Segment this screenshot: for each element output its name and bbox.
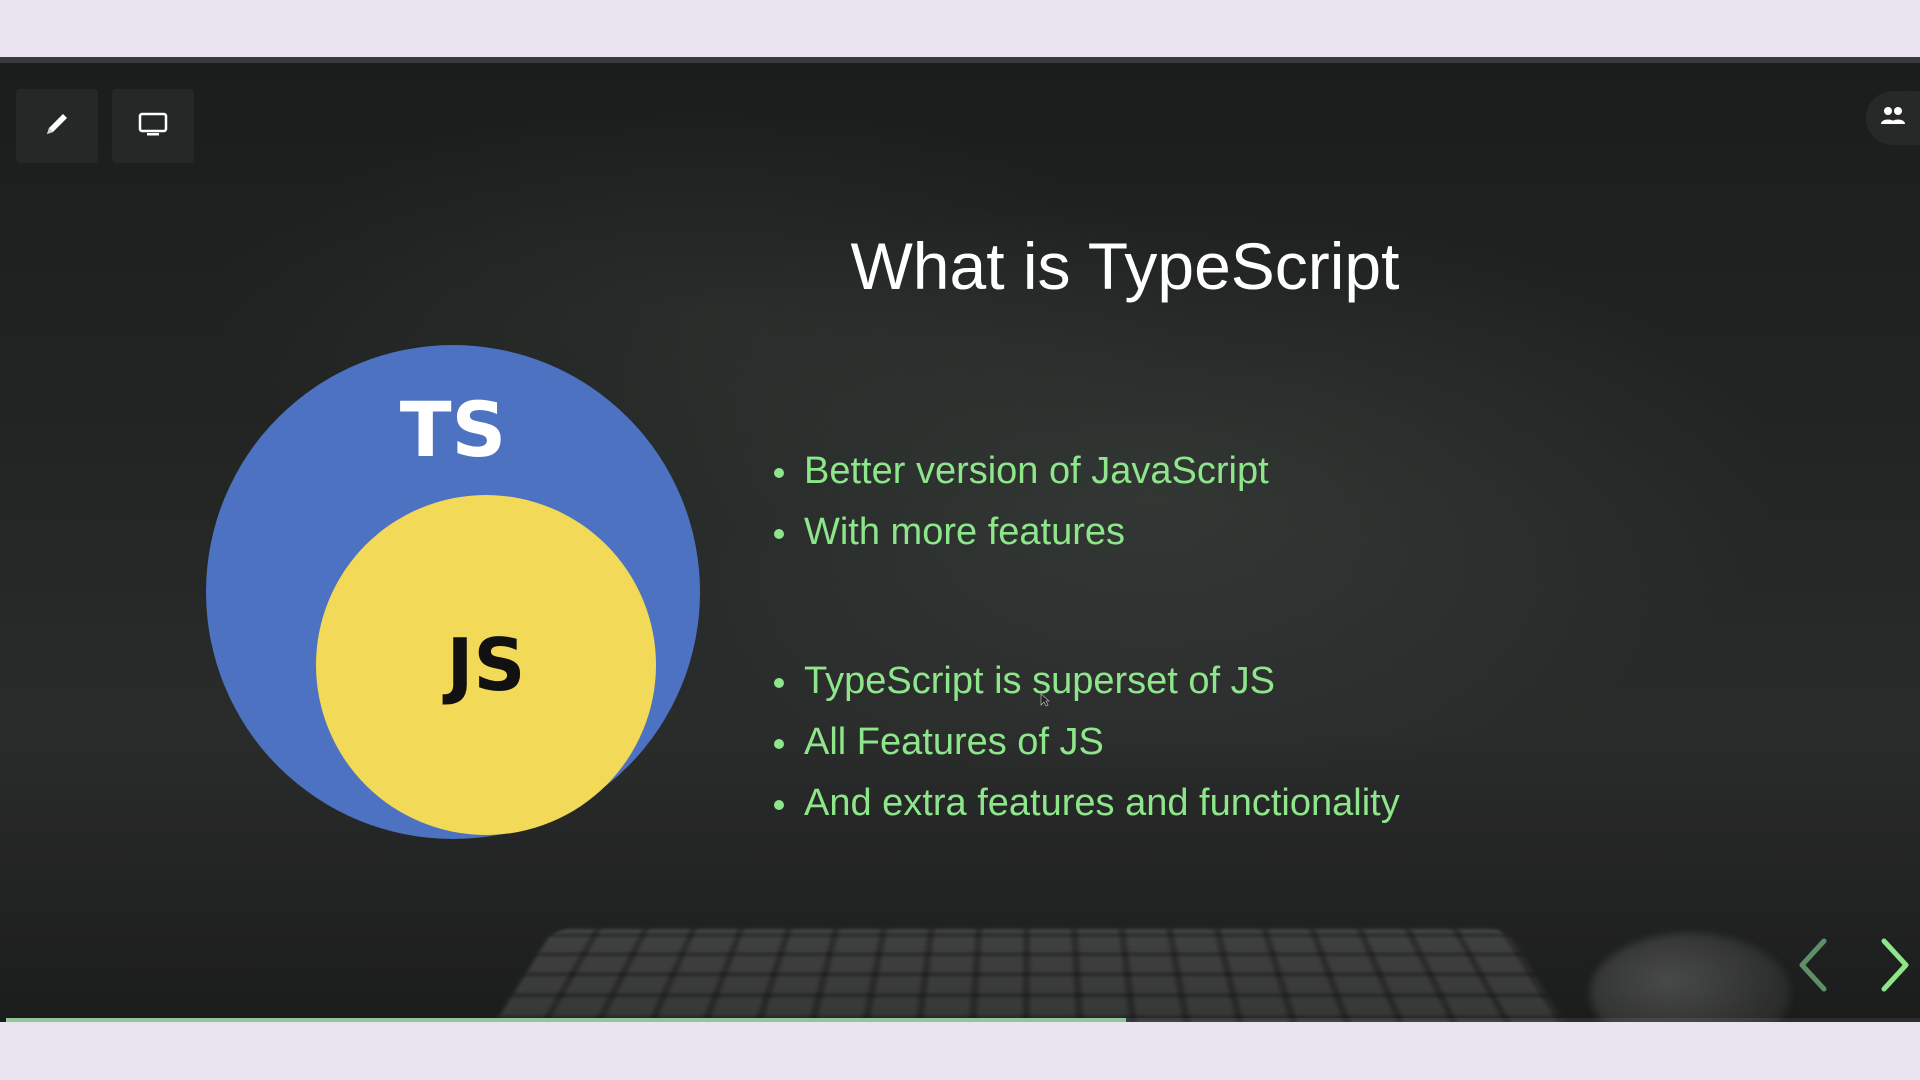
bullet-item: Better version of JavaScript — [772, 441, 1269, 502]
people-icon — [1880, 105, 1906, 132]
js-label: JS — [446, 623, 526, 707]
previous-slide-button[interactable] — [1784, 931, 1840, 1003]
slide-title: What is TypeScript — [850, 229, 1400, 303]
letterbox-top — [0, 0, 1920, 57]
ts-js-diagram: TS JS — [206, 345, 700, 839]
pen-tool-button[interactable] — [16, 89, 98, 163]
bullet-list-superset: TypeScript is superset of JS All Feature… — [772, 651, 1400, 834]
pen-icon — [41, 108, 73, 145]
background-mouse — [1590, 933, 1790, 1022]
presentation-viewer: What is TypeScript TS JS Better version … — [0, 57, 1920, 1022]
next-slide-button[interactable] — [1868, 931, 1920, 1003]
bullet-item: With more features — [772, 502, 1269, 563]
monitor-icon — [137, 110, 169, 143]
letterbox-bottom — [0, 1022, 1920, 1080]
screen-share-button[interactable] — [112, 89, 194, 163]
mouse-cursor-icon — [1040, 693, 1051, 712]
participants-button[interactable] — [1866, 91, 1920, 145]
bullet-list-intro: Better version of JavaScript With more f… — [772, 441, 1269, 563]
bullet-item: TypeScript is superset of JS — [772, 651, 1400, 712]
bullet-item: And extra features and functionality — [772, 773, 1400, 834]
ts-label: TS — [399, 385, 507, 474]
background-keyboard — [470, 928, 1590, 1022]
js-inner-circle: JS — [316, 495, 656, 835]
chevron-left-icon — [1794, 935, 1830, 1000]
chevron-right-icon — [1878, 935, 1914, 1000]
bullet-item: All Features of JS — [772, 712, 1400, 773]
